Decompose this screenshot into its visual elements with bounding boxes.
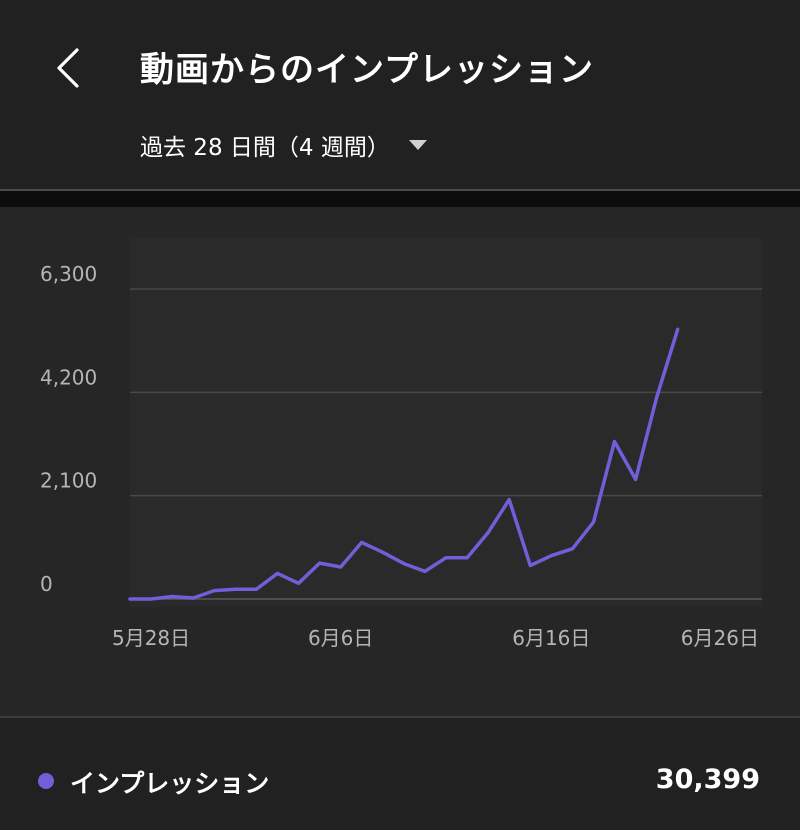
plot-background	[130, 237, 762, 607]
y-tick-label: 6,300	[40, 262, 97, 286]
chevron-left-icon	[57, 48, 79, 88]
x-tick-label: 6月6日	[308, 626, 373, 650]
y-tick-label: 4,200	[40, 365, 97, 389]
period-selector[interactable]: 過去 28 日間（4 週間）	[140, 128, 428, 162]
x-tick-label: 6月26日	[681, 626, 759, 650]
legend-series-name: インプレッション	[70, 769, 270, 798]
impressions-chart: 0 2,100 4,200 6,300 5月28日 6月6日 6月16日 6月26日	[40, 237, 762, 650]
total-value: 30,399	[655, 764, 760, 795]
y-tick-label: 2,100	[40, 469, 97, 493]
y-tick-label: 0	[40, 572, 53, 596]
legend-row: インプレッション 30,399	[0, 718, 800, 830]
back-button[interactable]	[44, 40, 94, 96]
header: 動画からのインプレッション 過去 28 日間（4 週間）	[0, 0, 800, 190]
legend-dot	[38, 773, 54, 789]
period-label: 過去 28 日間（4 週間）	[140, 135, 390, 161]
x-tick-label: 5月28日	[112, 626, 190, 650]
separator-band	[0, 191, 800, 207]
caret-down-icon	[408, 140, 427, 150]
x-tick-label: 6月16日	[512, 626, 590, 650]
chart-area: 0 2,100 4,200 6,300 5月28日 6月6日 6月16日 6月26日	[0, 207, 800, 717]
page-title: 動画からのインプレッション	[140, 50, 594, 90]
